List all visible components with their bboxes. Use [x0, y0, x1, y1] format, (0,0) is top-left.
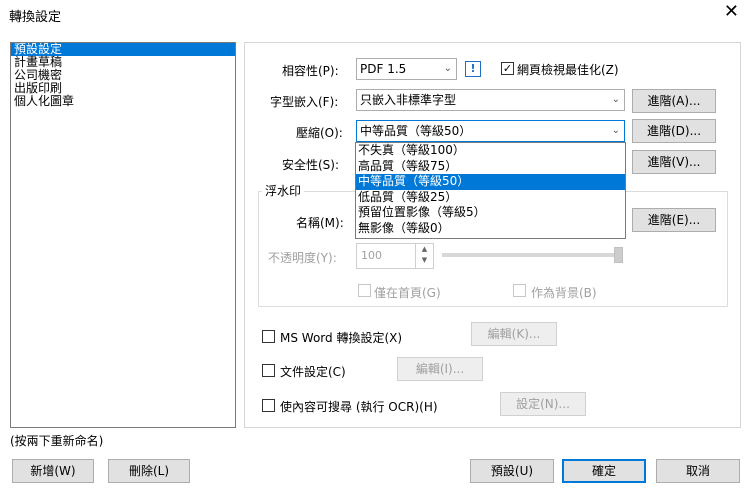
chevron-down-icon: ⌄	[611, 94, 620, 105]
default-button[interactable]: 預設(U)	[470, 459, 554, 483]
compression-option-placeholder[interactable]: 預留位置影像（等級5）	[356, 205, 625, 221]
first-page-only-label: 僅在首頁(G)	[374, 286, 441, 300]
as-background-label: 作為背景(B)	[531, 286, 597, 300]
opacity-value: 100	[361, 249, 382, 262]
compression-dropdown-list[interactable]: 不失真（等級100） 高品質（等級75） 中等品質（等級50） 低品質（等級25…	[355, 142, 626, 239]
watermark-group-title: 浮水印	[262, 182, 305, 199]
opacity-label: 不透明度(Y):	[268, 251, 337, 265]
preset-list[interactable]: 預設設定 計畫草稿 公司機密 出版印刷 個人化圖章	[10, 42, 236, 428]
ms-word-label: MS Word 轉換設定(X)	[280, 331, 403, 345]
compression-option-low[interactable]: 低品質（等級25）	[356, 190, 625, 206]
ocr-settings-button[interactable]: 設定(N)...	[500, 392, 586, 416]
compression-label: 壓縮(O):	[296, 126, 343, 140]
opacity-spinner[interactable]: 100 ▲ ▼	[356, 243, 434, 269]
delete-button[interactable]: 刪除(L)	[108, 459, 190, 483]
ok-button[interactable]: 確定	[562, 459, 646, 483]
compression-select[interactable]: 中等品質（等級50） ⌄	[356, 120, 625, 142]
compat-value: PDF 1.5	[360, 62, 407, 76]
first-page-only-checkbox[interactable]	[358, 284, 371, 297]
compression-advanced-button[interactable]: 進階(D)...	[632, 119, 716, 143]
ocr-label: 使內容可搜尋 (執行 OCR)(H)	[280, 400, 438, 414]
security-advanced-button[interactable]: 進階(V)...	[632, 150, 716, 174]
as-background-checkbox[interactable]	[513, 284, 526, 297]
compression-value: 中等品質（等級50）	[360, 124, 472, 138]
chevron-down-icon: ⌄	[443, 63, 452, 74]
compression-option-lossless[interactable]: 不失真（等級100）	[356, 143, 625, 159]
font-embed-select[interactable]: 只嵌入非標準字型 ⌄	[356, 89, 625, 111]
opacity-slider-track[interactable]	[442, 253, 622, 257]
spinner-arrows[interactable]: ▲ ▼	[415, 244, 433, 268]
compat-label: 相容性(P):	[282, 64, 339, 78]
watermark-name-label: 名稱(M):	[296, 216, 344, 230]
opacity-slider-thumb[interactable]	[614, 247, 623, 263]
font-embed-label: 字型嵌入(F):	[270, 95, 339, 109]
compression-option-no-image[interactable]: 無影像（等級0）	[356, 221, 625, 237]
security-label: 安全性(S):	[282, 158, 340, 172]
ms-word-checkbox[interactable]	[262, 330, 275, 343]
info-icon[interactable]: !	[465, 61, 481, 77]
rename-hint: (按兩下重新命名)	[10, 434, 104, 448]
compat-select[interactable]: PDF 1.5 ⌄	[356, 58, 457, 80]
web-optimize-checkbox[interactable]: ✓	[501, 62, 514, 75]
watermark-advanced-button[interactable]: 進階(E)...	[632, 208, 716, 232]
close-icon[interactable]: ✕	[724, 2, 739, 22]
compression-option-medium[interactable]: 中等品質（等級50）	[356, 174, 625, 190]
window-title: 轉換設定	[9, 10, 62, 25]
cancel-button[interactable]: 取消	[656, 459, 740, 483]
arrow-down-icon[interactable]: ▼	[416, 255, 433, 266]
font-advanced-button[interactable]: 進階(A)...	[632, 89, 716, 113]
ms-word-edit-button[interactable]: 編輯(K)...	[471, 322, 557, 346]
ocr-checkbox[interactable]	[262, 399, 275, 412]
doc-settings-checkbox[interactable]	[262, 364, 275, 377]
check-icon: ✓	[502, 62, 513, 75]
doc-settings-edit-button[interactable]: 編輯(I)...	[397, 357, 483, 381]
compression-option-high[interactable]: 高品質（等級75）	[356, 159, 625, 175]
font-embed-value: 只嵌入非標準字型	[360, 93, 457, 107]
chevron-down-icon: ⌄	[611, 125, 620, 136]
doc-settings-label: 文件設定(C)	[280, 365, 346, 379]
web-optimize-label: 網頁檢視最佳化(Z)	[517, 63, 619, 77]
arrow-up-icon[interactable]: ▲	[416, 244, 433, 255]
preset-item-personal-stamp[interactable]: 個人化圖章	[11, 95, 235, 108]
add-button[interactable]: 新增(W)	[12, 459, 94, 483]
